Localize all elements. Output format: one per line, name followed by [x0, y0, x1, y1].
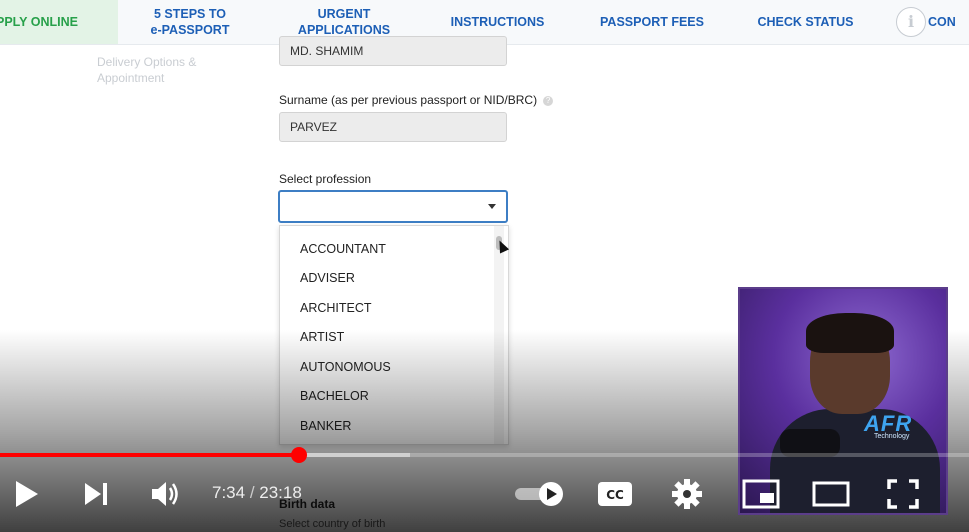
dropdown-option[interactable]: BANKER [300, 419, 351, 433]
time-separator: / [245, 483, 260, 502]
seek-played [0, 453, 300, 457]
theater-button[interactable] [808, 472, 854, 516]
nav-five-steps-line1: 5 STEPS TO [153, 7, 226, 21]
nav-five-steps[interactable]: 5 STEPS TO e-PASSPORT [140, 0, 240, 44]
fullscreen-button[interactable] [880, 472, 926, 516]
dropdown-option[interactable]: AUTONOMOUS [300, 360, 391, 374]
info-icon: i [896, 7, 926, 37]
surname-field[interactable]: PARVEZ [279, 112, 507, 142]
play-icon [16, 481, 38, 507]
seek-handle[interactable] [291, 447, 308, 463]
captions-icon: CC [598, 482, 632, 506]
miniplayer-button[interactable] [738, 472, 784, 516]
nav-five-steps-line2: e-PASSPORT [150, 23, 230, 37]
seek-bar[interactable] [0, 447, 969, 463]
theater-icon [812, 481, 850, 507]
profession-dropdown: ACCOUNTANT ADVISER ARCHITECT ARTIST AUTO… [279, 225, 509, 445]
volume-button[interactable] [142, 472, 190, 516]
channel-logo-sub: Technology [874, 433, 910, 440]
captions-button[interactable]: CC [592, 472, 638, 516]
dropdown-option[interactable]: ARTIST [300, 330, 344, 344]
help-icon[interactable]: ? [543, 95, 554, 106]
nav-contact[interactable]: CON [928, 0, 969, 44]
nav-urgent-line1: URGENT [317, 7, 371, 21]
dropdown-option[interactable]: ACCOUNTANT [300, 242, 386, 256]
surname-label-text: Surname (as per previous passport or NID… [279, 93, 538, 107]
surname-label: Surname (as per previous passport or NID… [279, 93, 554, 107]
time-display: 7:34 / 23:18 [212, 483, 302, 503]
svg-text:CC: CC [606, 488, 624, 502]
nav-apply-online[interactable]: PPLY ONLINE [0, 0, 118, 44]
autoplay-toggle[interactable] [512, 472, 568, 516]
autoplay-toggle-icon [515, 482, 563, 506]
presenter-hair [806, 313, 894, 353]
settings-icon [672, 479, 702, 509]
fullscreen-icon [887, 479, 919, 509]
nav-info[interactable]: i [896, 0, 926, 44]
dropdown-option[interactable]: BACHELOR [300, 389, 369, 403]
duration: 23:18 [259, 483, 302, 502]
dropdown-option[interactable]: ADVISER [300, 271, 355, 285]
volume-icon [152, 482, 178, 506]
nav-check-status[interactable]: CHECK STATUS [748, 0, 863, 44]
nav-passport-fees[interactable]: PASSPORT FEES [588, 0, 716, 44]
caret-down-icon [488, 204, 496, 209]
settings-button[interactable] [664, 472, 710, 516]
play-button[interactable] [2, 472, 50, 516]
birth-country-label: Select country of birth [279, 518, 386, 530]
current-time: 7:34 [212, 483, 246, 502]
profession-label: Select profession [279, 172, 372, 186]
sidebar-step-delivery[interactable]: Delivery Options & Appointment [97, 54, 227, 86]
given-name-field[interactable]: MD. SHAMIM [279, 36, 507, 66]
profession-select[interactable] [278, 190, 508, 223]
dropdown-scrollbar[interactable] [494, 226, 504, 444]
dropdown-option[interactable]: ARCHITECT [300, 301, 372, 315]
next-button[interactable] [72, 472, 120, 516]
miniplayer-icon [742, 479, 780, 509]
video-frame: PPLY ONLINE 5 STEPS TO e-PASSPORT URGENT A… [0, 0, 969, 532]
next-icon [85, 483, 107, 505]
